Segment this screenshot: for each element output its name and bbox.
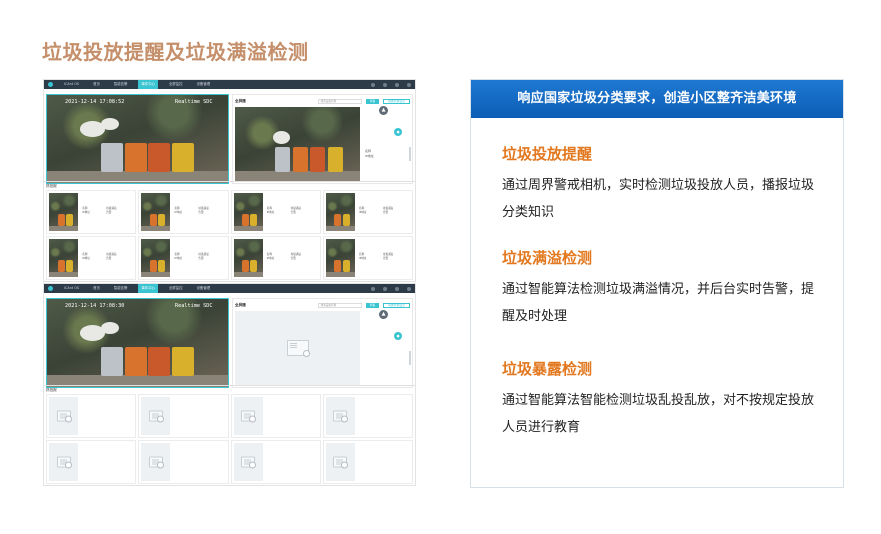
empty-image-icon xyxy=(56,410,72,423)
device-search-input[interactable]: 搜索设备名称 xyxy=(317,302,362,308)
search-button[interactable]: 查看 xyxy=(365,302,380,308)
event-card-grid xyxy=(46,394,413,484)
camera-scene-image xyxy=(47,95,228,183)
event-card[interactable]: 名称 IP地址 垃圾满溢 告警 xyxy=(46,190,137,234)
event-card[interactable]: 名称 IP地址 垃圾满溢 告警 xyxy=(46,236,137,280)
camera-live-view[interactable]: 2021-12-14 17:08:30 Realtime SDC xyxy=(46,298,229,388)
chat-icon[interactable]: ● xyxy=(394,128,402,136)
scrollbar[interactable] xyxy=(409,351,411,365)
detail-panel: 全屏播 搜索设备名称 查看 切换分屏显示 名称 IP地址 ▲ ● xyxy=(232,94,413,184)
osd-timestamp: 2021-12-14 17:08:30 xyxy=(65,303,125,309)
event-card[interactable]: 名称 IP地址 垃圾满溢 告警 xyxy=(230,190,321,234)
user-icon[interactable] xyxy=(383,82,387,87)
osd-timestamp: 2021-12-14 17:08:52 xyxy=(65,99,125,105)
events-section-label: 抓拍报 xyxy=(46,388,57,392)
feature-description: 通过智能算法检测垃圾满溢情况，并后台实时告警，提醒及时处理 xyxy=(502,282,815,324)
lock-icon[interactable]: ▲ xyxy=(379,310,388,319)
event-card[interactable] xyxy=(46,440,137,484)
app-screenshot-alerts: ICAnt OS 首页 智能告警 事件中心 全屏监控 设备管理 2021-12-… xyxy=(43,79,416,282)
page-title: 垃圾投放提醒及垃圾满溢检测 xyxy=(42,40,309,64)
close-icon[interactable] xyxy=(407,82,411,87)
nav-home[interactable]: 首页 xyxy=(90,284,103,293)
device-search-input[interactable]: 搜索设备名称 xyxy=(317,98,362,104)
feature-overflow-detection: 垃圾满溢检测 通过智能算法检测垃圾满溢情况，并后台实时告警，提醒及时处理 xyxy=(502,247,822,330)
event-card[interactable] xyxy=(230,440,321,484)
feature-title: 垃圾投放提醒 xyxy=(502,145,593,163)
split-screen-button[interactable]: 切换分屏显示 xyxy=(383,302,410,308)
feature-title: 垃圾暴露检测 xyxy=(502,360,593,378)
event-card-grid: 名称 IP地址 垃圾满溢 告警 名称 IP地址 垃圾满溢 告警 名称 IP地址 垃圾满溢告… xyxy=(46,190,413,280)
scrollbar[interactable] xyxy=(409,147,411,161)
event-card[interactable]: 名称 IP地址 垃圾满溢 告警 xyxy=(322,190,413,234)
nav-monitor[interactable]: 全屏监控 xyxy=(166,284,186,293)
search-button[interactable]: 查看 xyxy=(365,98,380,104)
panel-header: 响应国家垃圾分类要求，创造小区整齐洁美环境 xyxy=(471,80,843,118)
event-card[interactable] xyxy=(322,394,413,438)
detail-title: 全屏播 xyxy=(235,98,246,103)
detail-panel: 全屏播 搜索设备名称 查看 切换分屏显示 ▲ ● xyxy=(232,298,413,388)
detail-info: 名称 IP地址 xyxy=(365,149,374,158)
minimize-icon[interactable] xyxy=(395,82,399,87)
nav-events[interactable]: 事件中心 xyxy=(138,80,158,89)
nav-alerts[interactable]: 智能告警 xyxy=(111,284,131,293)
nav-devices[interactable]: 设备管理 xyxy=(194,80,214,89)
nav-alerts[interactable]: 智能告警 xyxy=(111,80,131,89)
event-card[interactable]: 名称 IP地址 垃圾满溢 告警 xyxy=(230,236,321,280)
nav-events[interactable]: 事件中心 xyxy=(138,284,158,293)
empty-image-icon xyxy=(148,456,164,469)
empty-image-icon xyxy=(241,456,257,469)
settings-icon[interactable] xyxy=(371,286,375,291)
minimize-icon[interactable] xyxy=(395,286,399,291)
nav-devices[interactable]: 设备管理 xyxy=(194,284,214,293)
app-logo-icon xyxy=(48,82,53,87)
event-card[interactable] xyxy=(322,440,413,484)
detail-title: 全屏播 xyxy=(235,302,246,307)
nav-brand: ICAnt OS xyxy=(64,286,80,290)
app-topbar: ICAnt OS 首页 智能告警 事件中心 全屏监控 设备管理 xyxy=(44,80,415,89)
empty-image-icon xyxy=(56,456,72,469)
feature-title: 垃圾满溢检测 xyxy=(502,249,593,267)
nav-home[interactable]: 首页 xyxy=(90,80,103,89)
osd-camera-name: Realtime SDC xyxy=(175,99,213,105)
empty-image-icon xyxy=(148,410,164,423)
event-card[interactable]: 名称 IP地址 垃圾满溢 告警 xyxy=(322,236,413,280)
app-logo-icon xyxy=(48,286,53,291)
empty-image-icon xyxy=(241,410,257,423)
feature-disposal-reminder: 垃圾投放提醒 通过周界警戒相机，实时检测垃圾投放人员，播报垃圾分类知识 xyxy=(502,143,822,226)
event-card[interactable] xyxy=(230,394,321,438)
detail-placeholder xyxy=(235,311,360,385)
app-topbar: ICAnt OS 首页 智能告警 事件中心 全屏监控 设备管理 xyxy=(44,284,415,293)
nav-brand: ICAnt OS xyxy=(64,82,80,86)
osd-camera-name: Realtime SDC xyxy=(175,303,213,309)
empty-image-icon xyxy=(286,340,310,357)
event-card[interactable] xyxy=(46,394,137,438)
camera-scene-image xyxy=(47,299,228,387)
feature-description: 通过周界警戒相机，实时检测垃圾投放人员，播报垃圾分类知识 xyxy=(502,178,815,220)
nav-monitor[interactable]: 全屏监控 xyxy=(166,80,186,89)
event-card[interactable]: 名称 IP地址 垃圾满溢 告警 xyxy=(138,236,229,280)
feature-panel: 响应国家垃圾分类要求，创造小区整齐洁美环境 垃圾投放提醒 通过周界警戒相机，实时… xyxy=(470,79,844,488)
event-card[interactable]: 名称 IP地址 垃圾满溢 告警 xyxy=(138,190,229,234)
app-screenshot-empty: ICAnt OS 首页 智能告警 事件中心 全屏监控 设备管理 2021-12-… xyxy=(43,283,416,486)
user-icon[interactable] xyxy=(383,286,387,291)
camera-live-view[interactable]: 2021-12-14 17:08:52 Realtime SDC xyxy=(46,94,229,184)
lock-icon[interactable]: ▲ xyxy=(379,106,388,115)
split-screen-button[interactable]: 切换分屏显示 xyxy=(383,98,410,104)
empty-image-icon xyxy=(333,456,349,469)
feature-description: 通过智能算法智能检测垃圾乱投乱放，对不按规定投放人员进行教育 xyxy=(502,393,815,435)
empty-image-icon xyxy=(333,410,349,423)
event-card[interactable] xyxy=(138,440,229,484)
feature-exposure-detection: 垃圾暴露检测 通过智能算法智能检测垃圾乱投乱放，对不按规定投放人员进行教育 xyxy=(502,358,822,441)
chat-icon[interactable]: ● xyxy=(394,332,402,340)
settings-icon[interactable] xyxy=(371,82,375,87)
event-card[interactable] xyxy=(138,394,229,438)
detail-camera-view[interactable] xyxy=(235,107,360,181)
events-section-label: 抓拍报 xyxy=(46,184,57,188)
close-icon[interactable] xyxy=(407,286,411,291)
